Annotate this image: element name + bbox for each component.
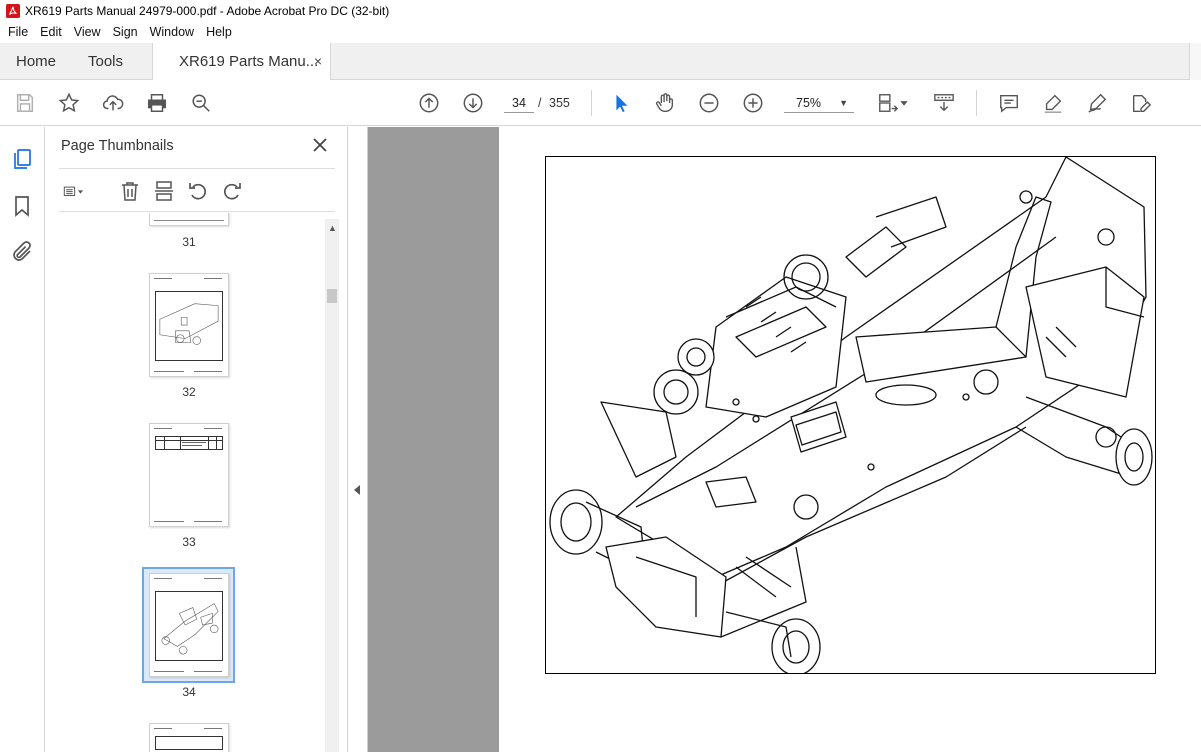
attachments-icon[interactable] xyxy=(10,240,34,264)
thumbnail-scrollbar[interactable]: ▲ xyxy=(325,219,339,752)
collapse-panel-handle[interactable] xyxy=(349,127,368,752)
bookmark-star-icon[interactable] xyxy=(57,91,81,115)
toolbar-divider xyxy=(591,90,592,116)
page-number-input[interactable]: 34 xyxy=(504,93,534,113)
tab-row: Home Tools XR619 Parts Manu... × xyxy=(0,43,1201,81)
page-separator: / xyxy=(538,96,542,110)
thumbnail-page-number: 32 xyxy=(182,385,196,399)
tab-document[interactable]: XR619 Parts Manu... × xyxy=(152,43,331,81)
tab-scroll-stub xyxy=(1189,43,1201,80)
insert-page-icon[interactable] xyxy=(153,180,175,202)
menu-view[interactable]: View xyxy=(68,22,107,43)
zoom-level-select[interactable]: 75% ▼ xyxy=(784,93,854,113)
thumbnail-page-number: 34 xyxy=(182,685,196,699)
hand-tool-icon[interactable] xyxy=(653,91,677,115)
collapse-arrow-icon xyxy=(354,485,360,495)
page-thumbnail[interactable] xyxy=(149,723,229,752)
toolbar-divider xyxy=(976,90,977,116)
document-viewport[interactable] xyxy=(349,127,1201,752)
parts-illustration-frame xyxy=(545,156,1156,674)
delete-page-icon[interactable] xyxy=(119,180,141,202)
page-thumbnail[interactable] xyxy=(149,273,229,377)
page-fit-dropdown-icon[interactable] xyxy=(898,91,910,115)
acrobat-app-icon xyxy=(6,4,20,18)
title-bar: XR619 Parts Manual 24979-000.pdf - Adobe… xyxy=(0,0,1201,22)
page-fit-icon[interactable] xyxy=(876,91,900,115)
print-icon[interactable] xyxy=(145,91,169,115)
scroll-up-icon[interactable]: ▲ xyxy=(328,223,337,233)
page-up-icon[interactable] xyxy=(417,91,441,115)
sign-icon[interactable] xyxy=(1085,91,1109,115)
thumbnail-page-number: 31 xyxy=(182,235,196,249)
scroll-mode-icon[interactable] xyxy=(932,91,956,115)
close-tab-icon[interactable]: × xyxy=(314,43,322,80)
upload-cloud-icon[interactable] xyxy=(101,91,125,115)
edit-pdf-icon[interactable] xyxy=(1129,91,1153,115)
machine-chassis-drawing xyxy=(549,157,1153,673)
zoom-search-icon[interactable] xyxy=(189,91,213,115)
select-arrow-icon[interactable] xyxy=(609,91,633,115)
page-down-icon[interactable] xyxy=(461,91,485,115)
page-thumbnail[interactable] xyxy=(149,423,229,527)
page-thumbnails-icon[interactable] xyxy=(10,147,34,171)
menu-bar: File Edit View Sign Window Help xyxy=(0,22,1201,43)
page-thumbnail[interactable] xyxy=(149,213,229,226)
window-title: XR619 Parts Manual 24979-000.pdf - Adobe… xyxy=(25,4,390,18)
thumbnail-toolbar xyxy=(59,168,335,212)
zoom-out-icon[interactable] xyxy=(697,91,721,115)
left-nav-rail xyxy=(0,127,45,752)
menu-edit[interactable]: Edit xyxy=(34,22,68,43)
menu-sign[interactable]: Sign xyxy=(107,22,144,43)
menu-help[interactable]: Help xyxy=(200,22,238,43)
zoom-in-icon[interactable] xyxy=(741,91,765,115)
chevron-down-icon: ▼ xyxy=(839,98,848,108)
highlight-pen-icon[interactable] xyxy=(1041,91,1065,115)
tab-document-label: XR619 Parts Manu... xyxy=(179,53,319,70)
rotate-left-icon[interactable] xyxy=(187,180,209,202)
main-toolbar: 34 / 355 75% ▼ xyxy=(0,80,1201,126)
zoom-level-value: 75% xyxy=(796,96,822,110)
save-icon[interactable] xyxy=(13,91,37,115)
thumbnails-panel: Page Thumbnails 31 32 33 34 ▲ xyxy=(45,127,348,752)
scrollbar-thumb[interactable] xyxy=(327,289,337,303)
tab-home[interactable]: Home xyxy=(16,43,56,80)
tab-tools[interactable]: Tools xyxy=(88,43,123,80)
close-icon[interactable] xyxy=(311,136,329,154)
thumbnail-list: 31 32 33 34 xyxy=(59,213,325,752)
page-count: 355 xyxy=(549,96,570,110)
options-menu-icon[interactable] xyxy=(63,180,97,202)
panel-title: Page Thumbnails xyxy=(61,138,174,154)
menu-file[interactable]: File xyxy=(2,22,34,43)
bookmarks-icon[interactable] xyxy=(10,194,34,218)
pdf-page xyxy=(499,127,1201,752)
rotate-right-icon[interactable] xyxy=(221,180,243,202)
page-thumbnail-selected[interactable] xyxy=(149,573,229,677)
menu-window[interactable]: Window xyxy=(144,22,200,43)
comment-icon[interactable] xyxy=(997,91,1021,115)
thumbnail-page-number: 33 xyxy=(182,535,196,549)
